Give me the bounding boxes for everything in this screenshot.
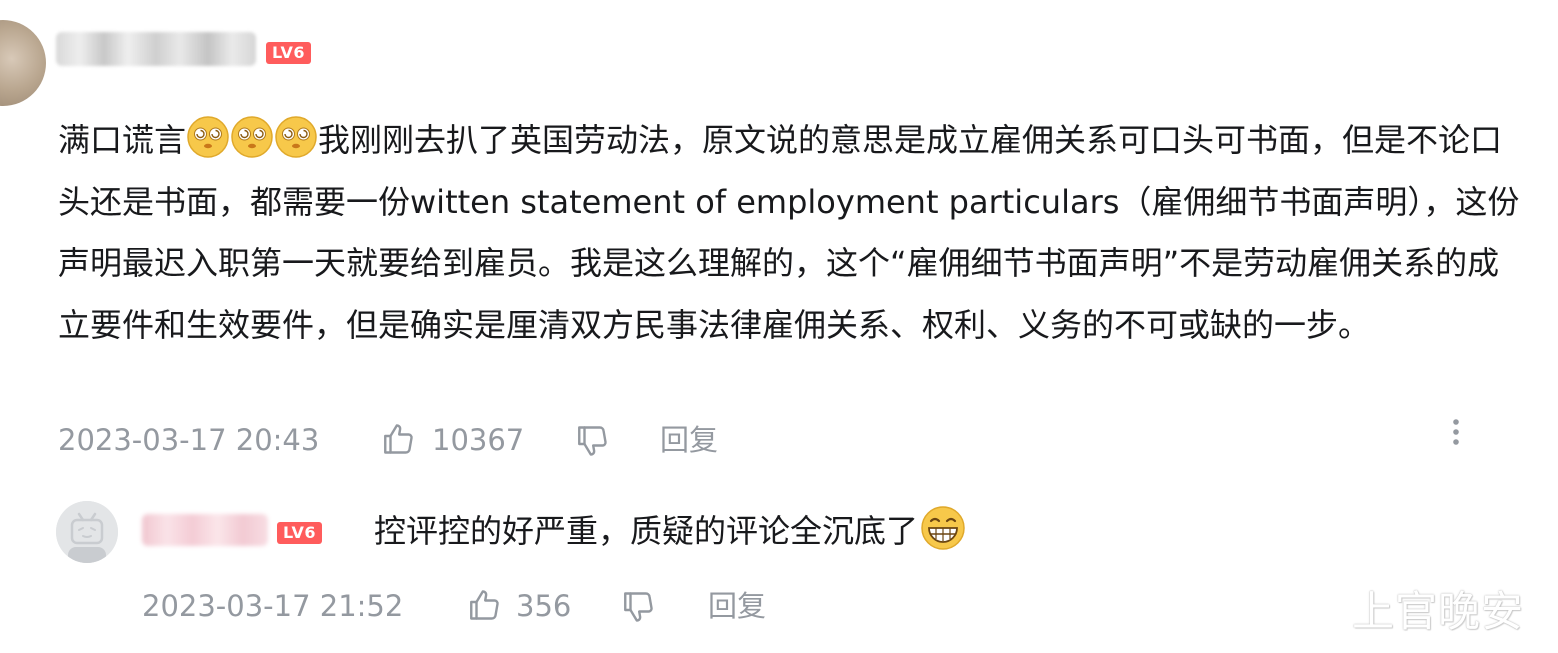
reply-username-blurred[interactable] [142,514,268,546]
comment-timestamp: 2023-03-17 20:43 [58,423,320,457]
dizzy-face-emoji [186,115,230,159]
comment-text-lead: 满口谎言 [58,121,187,159]
level-badge: LV6 [266,42,312,64]
comment-content: 满口谎言 我刚刚去扒了英国劳动法，原文说的意思是成立雇佣关系可口头可书面，但是不… [58,110,1528,356]
reply-reply-button[interactable]: 回复 [708,588,766,624]
thumbs-down-icon[interactable] [574,423,610,459]
commenter-avatar[interactable] [0,20,46,106]
thumbs-up-icon[interactable] [466,587,502,623]
reply-button[interactable]: 回复 [660,422,718,458]
dizzy-face-emoji [230,115,274,159]
commenter-username-blurred[interactable] [56,32,256,66]
reply-like-count: 356 [516,589,572,623]
reply-content: 控评控的好严重，质疑的评论全沉底了 [374,505,966,557]
like-count: 10367 [432,423,525,457]
reply-level-badge: LV6 [277,522,323,544]
reply-timestamp: 2023-03-17 21:52 [142,589,404,623]
thumbs-down-icon[interactable] [620,589,656,625]
reply-avatar[interactable] [56,501,118,563]
more-vertical-icon[interactable] [1446,416,1466,454]
reply-text: 控评控的好严重，质疑的评论全沉底了 [374,512,919,550]
thumbs-up-icon[interactable] [380,421,416,457]
dizzy-face-emoji [274,115,318,159]
watermark: 上官晚安 [1352,587,1525,636]
default-avatar-icon [56,501,118,563]
grinning-face-emoji [920,505,966,551]
